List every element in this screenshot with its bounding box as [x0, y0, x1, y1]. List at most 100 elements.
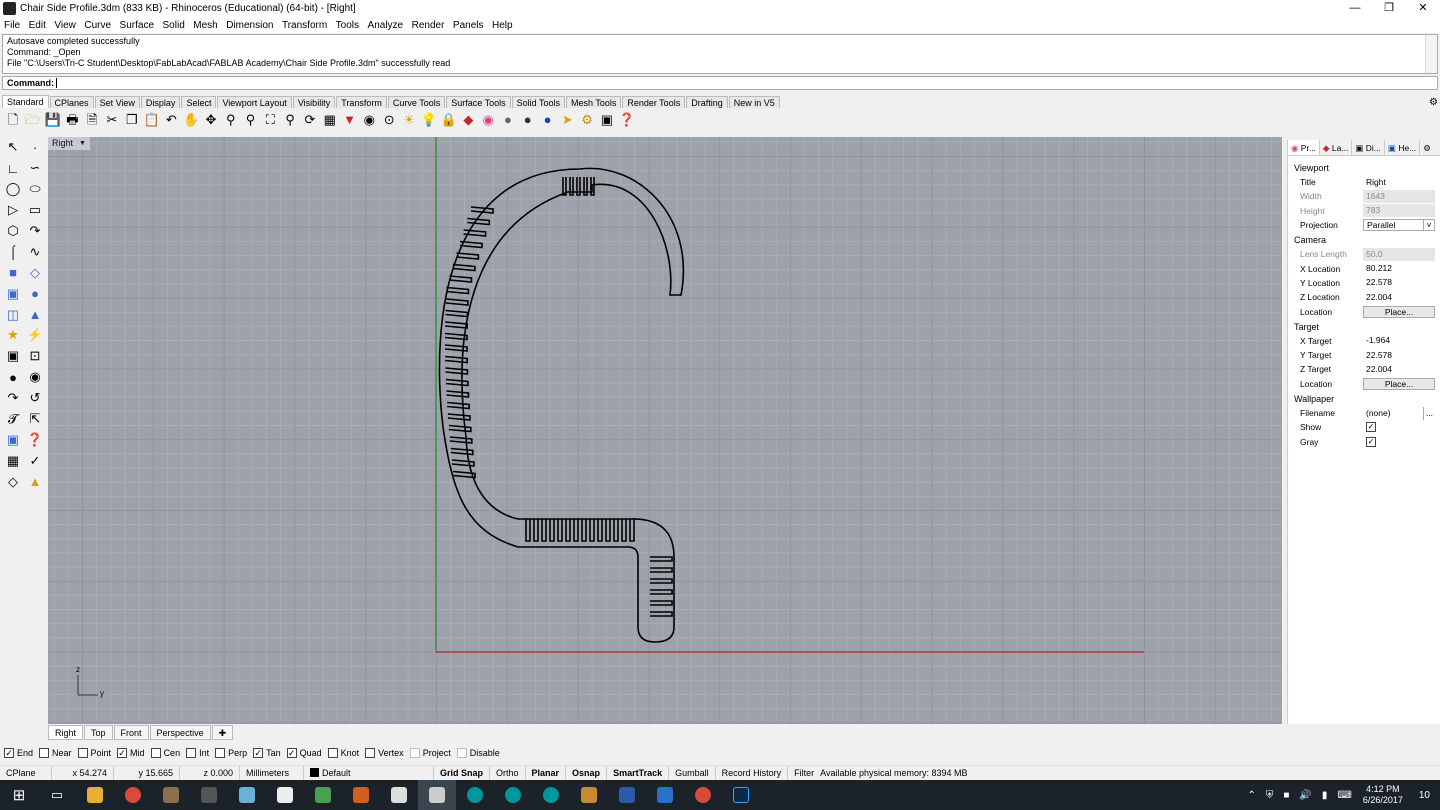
- offset-curve-icon[interactable]: ∿: [24, 241, 46, 262]
- pan-icon[interactable]: ✋: [182, 110, 200, 128]
- osnap-knot[interactable]: Knot: [327, 748, 359, 758]
- maximize-icon[interactable]: ❐: [1372, 0, 1406, 17]
- viewport-right[interactable]: Right ▼ z y: [48, 137, 1282, 724]
- fillet-icon[interactable]: ●: [2, 367, 24, 388]
- menu-curve[interactable]: Curve: [84, 20, 111, 31]
- render-icon[interactable]: ◇: [2, 471, 24, 492]
- gear-icon[interactable]: ⚙: [1429, 97, 1438, 108]
- tab-curve-tools[interactable]: Curve Tools: [387, 96, 446, 108]
- tab-front[interactable]: Front: [113, 725, 149, 740]
- title-field[interactable]: Right: [1363, 176, 1435, 189]
- lightbulb-icon[interactable]: 💡: [420, 110, 438, 128]
- checkbox[interactable]: [365, 748, 376, 758]
- osnap-tan[interactable]: ✓ Tan: [253, 748, 281, 758]
- boolean-union-icon[interactable]: ★: [2, 325, 24, 346]
- menu-surface[interactable]: Surface: [120, 20, 154, 31]
- tab-set-view[interactable]: Set View: [94, 96, 140, 108]
- ortho-toggle[interactable]: Ortho: [490, 765, 526, 781]
- tab-select[interactable]: Select: [181, 96, 217, 108]
- filter-toggle[interactable]: Filter: [788, 766, 820, 781]
- move-view-icon[interactable]: ✥: [202, 110, 220, 128]
- menu-dimension[interactable]: Dimension: [226, 20, 273, 31]
- command-line[interactable]: Command:: [2, 76, 1438, 90]
- checkbox[interactable]: [215, 748, 226, 758]
- rectangle-icon[interactable]: ▭: [24, 200, 46, 221]
- lock-icon[interactable]: 🔒: [440, 110, 458, 128]
- ellipse-icon[interactable]: ⬭: [24, 179, 46, 200]
- checkbox[interactable]: ✓: [286, 748, 297, 758]
- smarttrack-toggle[interactable]: SmartTrack: [607, 765, 670, 781]
- menu-edit[interactable]: Edit: [29, 20, 46, 31]
- array-icon[interactable]: ▣: [2, 429, 24, 450]
- block-icon[interactable]: 𝓣: [2, 409, 24, 430]
- menu-view[interactable]: View: [54, 20, 76, 31]
- taskbar-arduino-1[interactable]: [456, 780, 494, 810]
- osnap-mid[interactable]: ✓ Mid: [117, 748, 145, 758]
- rotate-view-icon[interactable]: ⟳: [301, 110, 319, 128]
- curve-fillet-icon[interactable]: ⌠: [2, 241, 24, 262]
- open-folder-icon[interactable]: 🗁: [24, 110, 42, 128]
- select-icon[interactable]: ↖: [2, 137, 24, 158]
- box-icon[interactable]: ▣: [2, 283, 24, 304]
- tab-display[interactable]: Display: [140, 96, 181, 108]
- tab-right[interactable]: Right: [48, 725, 84, 740]
- place-camera-button[interactable]: Place...: [1363, 305, 1435, 318]
- print-icon[interactable]: 🖶: [63, 110, 81, 128]
- checkbox[interactable]: [77, 748, 88, 758]
- zoom-extents-icon[interactable]: ⛶: [261, 110, 279, 128]
- command-history[interactable]: Autosave completed successfully Command:…: [2, 34, 1438, 74]
- tab-transform[interactable]: Transform: [336, 96, 387, 108]
- show-checkbox[interactable]: ✓: [1366, 422, 1376, 433]
- osnap-point[interactable]: Point: [77, 748, 111, 758]
- clock[interactable]: 4:12 PM 6/26/2017: [1363, 784, 1403, 806]
- surface-icon[interactable]: ■: [2, 262, 24, 283]
- osnap-quad[interactable]: ✓ Quad: [286, 748, 322, 758]
- transform-icon[interactable]: ❓: [24, 429, 46, 450]
- close-icon[interactable]: ✕: [1406, 0, 1440, 17]
- shield-icon[interactable]: ⛨: [1266, 790, 1274, 801]
- notification-icon[interactable]: 10: [1414, 790, 1435, 801]
- import-icon[interactable]: 🗎: [83, 110, 101, 128]
- tab-standard[interactable]: Standard: [2, 95, 49, 108]
- cplane-label[interactable]: CPlane: [0, 765, 52, 781]
- gumball-toggle[interactable]: Gumball: [669, 765, 716, 781]
- four-viewports-icon[interactable]: ▦: [321, 110, 339, 128]
- checkbox[interactable]: [456, 748, 467, 758]
- tab-properties[interactable]: ◉ Pr...: [1288, 140, 1320, 155]
- taskbar-inkscape[interactable]: [266, 780, 304, 810]
- tab-display[interactable]: ▣ Di...: [1352, 140, 1385, 155]
- minimize-icon[interactable]: —: [1338, 0, 1372, 17]
- point-icon[interactable]: ·: [24, 137, 46, 158]
- taskbar-app-2[interactable]: [228, 780, 266, 810]
- taskbar-explorer[interactable]: [76, 780, 114, 810]
- z-target-field[interactable]: 22.004: [1363, 363, 1435, 376]
- osnap-cen[interactable]: Cen: [150, 748, 180, 758]
- sphere-icon[interactable]: ●: [24, 283, 46, 304]
- checkbox[interactable]: [150, 748, 161, 758]
- settings-icon[interactable]: ⚙: [578, 110, 596, 128]
- mesh-icon[interactable]: ▣: [2, 346, 24, 367]
- tab-perspective[interactable]: Perspective: [149, 725, 211, 740]
- chamfer-icon[interactable]: ◉: [24, 367, 46, 388]
- osnap-disable[interactable]: Disable: [456, 748, 500, 758]
- layer-indicator[interactable]: Default: [304, 765, 434, 781]
- cut-icon[interactable]: ✂: [103, 110, 121, 128]
- save-icon[interactable]: 💾: [44, 110, 62, 128]
- tab-render-tools[interactable]: Render Tools: [622, 96, 686, 108]
- menu-transform[interactable]: Transform: [282, 20, 327, 31]
- shaded-icon[interactable]: ☀: [400, 110, 418, 128]
- render-sphere-icon[interactable]: ●: [499, 110, 517, 128]
- osnap-vertex[interactable]: Vertex: [365, 748, 404, 758]
- keyboard-icon[interactable]: ⌨: [1337, 790, 1351, 801]
- osnap-near[interactable]: Near: [39, 748, 72, 758]
- taskbar-arduino-2[interactable]: [494, 780, 532, 810]
- taskbar-app-1[interactable]: [152, 780, 190, 810]
- osnap-toggle[interactable]: Osnap: [566, 765, 608, 781]
- tab-visibility[interactable]: Visibility: [292, 96, 336, 108]
- osnap-end[interactable]: ✓ End: [4, 748, 33, 758]
- panel-gear-icon[interactable]: ⚙: [1420, 140, 1434, 155]
- osnap-int[interactable]: Int: [186, 748, 209, 758]
- tab-new-in-v5[interactable]: New in V5: [728, 96, 780, 108]
- new-file-icon[interactable]: 🗋: [4, 110, 22, 128]
- arc-icon[interactable]: ▷: [2, 200, 24, 221]
